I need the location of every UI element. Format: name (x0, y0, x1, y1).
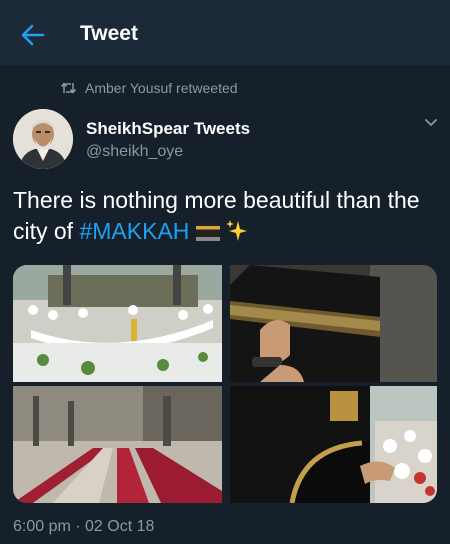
app-header: Tweet (0, 0, 450, 67)
retweet-label: Amber Yousuf retweeted (85, 80, 238, 96)
author-name[interactable]: SheikhSpear Tweets (86, 119, 250, 139)
photo-kaaba-crowd[interactable] (13, 265, 222, 382)
kaaba-emoji (196, 222, 221, 241)
retweet-icon (60, 82, 77, 94)
photo-kaaba-closeup[interactable] (230, 265, 437, 382)
retweet-context[interactable]: Amber Yousuf retweeted (60, 79, 238, 97)
back-arrow-icon[interactable] (20, 22, 46, 48)
author-handle[interactable]: @sheikh_oye (86, 143, 183, 161)
chevron-down-icon[interactable] (424, 118, 438, 128)
avatar-portrait (13, 109, 73, 169)
tweet-timestamp: 6:00 pm · 02 Oct 18 (13, 518, 155, 535)
sparkles-emoji (226, 220, 248, 241)
photo-mosque-interior[interactable] (13, 386, 222, 503)
media-grid (13, 265, 437, 503)
hashtag-link[interactable]: #MAKKAH (79, 218, 189, 244)
avatar[interactable] (13, 109, 73, 169)
page-title: Tweet (80, 22, 138, 45)
tweet-text: There is nothing more beautiful than the… (13, 185, 438, 247)
photo-kiswah-prayer[interactable] (230, 386, 437, 503)
